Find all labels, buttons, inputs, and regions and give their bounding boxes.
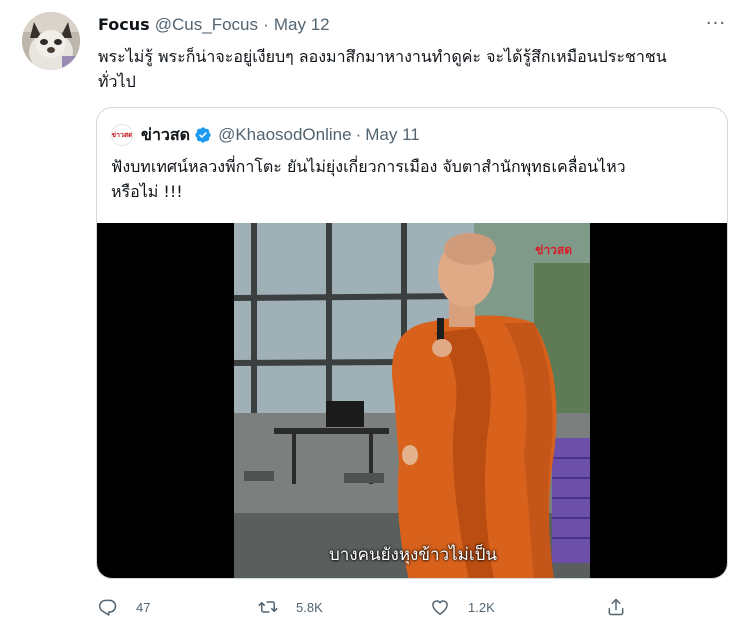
reply-icon [98, 599, 117, 616]
separator-dot: · [355, 125, 362, 144]
like-button[interactable]: 1.2K [430, 595, 495, 619]
video-frame: ข่าวสด [234, 223, 590, 578]
verified-badge-icon [195, 127, 211, 143]
quoted-author-avatar: ข่าวสด [111, 124, 133, 146]
tweet-header: Focus @Cus_Focus · May 12 [98, 14, 330, 36]
quoted-tweet-header: ข่าวสด ข่าวสด @KhaosodOnline · May 11 [111, 124, 420, 146]
quoted-tweet[interactable]: ข่าวสด ข่าวสด @KhaosodOnline · May 11 ฟั… [96, 107, 728, 579]
like-count: 1.2K [468, 599, 495, 615]
video-player[interactable]: ข่าวสด บางคนยังหุงข้าวไม่เป็น [97, 223, 727, 578]
quoted-author-logo-text: ข่าวสด [111, 130, 133, 139]
video-watermark: ข่าวสด [535, 243, 572, 257]
share-icon [608, 598, 624, 616]
heart-icon [432, 600, 448, 615]
quoted-text-line: หรือไม่ !!! [111, 182, 183, 201]
author-handle[interactable]: @Cus_Focus [155, 15, 258, 34]
quoted-tweet-text: ฟังบทเทศน์หลวงพี่กาโตะ ยันไม่ยุ่งเกี่ยวก… [111, 154, 711, 204]
reply-button[interactable]: 47 [98, 595, 150, 619]
tweet-actions: 47 5.8K 1.2K [98, 595, 638, 619]
video-subtitle: บางคนยังหุงข้าวไม่เป็น [328, 545, 498, 565]
tweet-text-line: ทั่วไป [98, 72, 136, 91]
quoted-text-line: ฟังบทเทศน์หลวงพี่กาโตะ ยันไม่ยุ่งเกี่ยวก… [111, 157, 626, 176]
author-name[interactable]: Focus [98, 15, 150, 34]
share-button[interactable] [606, 595, 644, 619]
quoted-author-handle: @KhaosodOnline [218, 125, 352, 144]
retweet-icon [258, 601, 278, 613]
retweet-button[interactable]: 5.8K [258, 595, 323, 619]
author-avatar[interactable] [22, 12, 80, 70]
more-options-icon[interactable]: ··· [704, 14, 728, 34]
tweet-text: พระไม่รู้ พระก็น่าจะอยู่เงียบๆ ลองมาสึกม… [98, 44, 728, 94]
quoted-author-name: ข่าวสด [141, 124, 191, 144]
separator-dot: · [263, 15, 269, 34]
quoted-tweet-date: May 11 [365, 125, 420, 144]
video-still-image [234, 223, 590, 578]
tweet[interactable]: Focus @Cus_Focus · May 12 ··· พระไม่รู้ … [0, 0, 746, 628]
tweet-date[interactable]: May 12 [274, 15, 330, 34]
tweet-text-line: พระไม่รู้ พระก็น่าจะอยู่เงียบๆ ลองมาสึกม… [98, 47, 667, 66]
retweet-count: 5.8K [296, 599, 323, 615]
reply-count: 47 [136, 599, 151, 615]
